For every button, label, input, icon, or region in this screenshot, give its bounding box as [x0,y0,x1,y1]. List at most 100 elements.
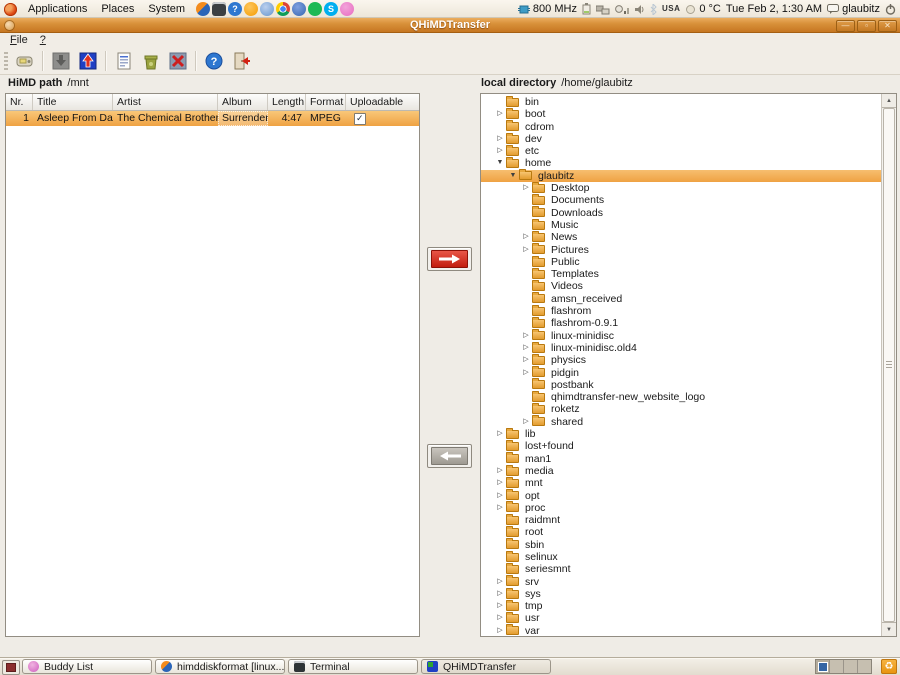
epiphany-icon[interactable] [260,2,274,16]
expander-icon[interactable]: ▷ [520,416,532,428]
column-header-length[interactable]: Length [268,94,306,110]
tree-item-proc[interactable]: ▷proc [481,502,881,514]
expander-icon[interactable]: ▷ [494,612,506,624]
tree-item-Templates[interactable]: Templates [481,268,881,280]
expander-icon[interactable]: ▷ [520,231,532,243]
cpu-frequency-applet[interactable]: 800 MHz [518,0,577,18]
tree-item-Pictures[interactable]: ▷Pictures [481,244,881,256]
power-applet[interactable] [885,4,896,15]
column-header-album[interactable]: Album [218,94,268,110]
trash-applet[interactable]: ♻ [881,659,897,674]
battery-applet[interactable] [582,3,591,15]
minimize-button[interactable]: — [836,20,855,32]
expander-icon[interactable]: ▷ [520,367,532,379]
tree-item-etc[interactable]: ▷etc [481,145,881,157]
expander-icon[interactable]: ▷ [520,342,532,354]
expander-icon[interactable]: ▷ [494,490,506,502]
expander-icon[interactable]: ▷ [520,182,532,194]
expander-icon[interactable]: ▷ [520,354,532,366]
tree-item-flashrom[interactable]: flashrom [481,305,881,317]
expander-icon[interactable]: ▷ [520,330,532,342]
expander-icon[interactable]: ▷ [494,600,506,612]
tree-item-qhimdtransfer-new_website_logo[interactable]: qhimdtransfer-new_website_logo [481,391,881,403]
task-button-buddy-list[interactable]: Buddy List [22,659,152,674]
evolution-icon[interactable] [292,2,306,16]
expander-icon[interactable]: ▷ [494,465,506,477]
tree-item-mnt[interactable]: ▷mnt [481,477,881,489]
tree-item-usr[interactable]: ▷usr [481,612,881,624]
vertical-scrollbar[interactable]: ▲ ▼ [881,94,896,636]
tree-item-Desktop[interactable]: ▷Desktop [481,182,881,194]
tree-item-var[interactable]: ▷var [481,625,881,636]
tree-item-sbin[interactable]: sbin [481,539,881,551]
amsn-icon[interactable] [340,2,354,16]
chrome-icon[interactable] [276,2,290,16]
expander-icon[interactable]: ▷ [494,502,506,514]
workspace-4[interactable] [858,660,871,673]
column-header-nr[interactable]: Nr. [6,94,33,110]
task-button-terminal[interactable]: Terminal [288,659,418,674]
workspace-3[interactable] [844,660,858,673]
tree-item-postbank[interactable]: postbank [481,379,881,391]
format-button[interactable] [137,49,164,73]
ubuntu-logo-icon[interactable] [4,3,17,16]
expander-icon[interactable]: ▷ [520,244,532,256]
tree-item-bin[interactable]: bin [481,96,881,108]
tree-item-seriesmnt[interactable]: seriesmnt [481,563,881,575]
connect-button[interactable] [11,49,38,73]
expander-icon[interactable]: ▷ [494,145,506,157]
expander-icon[interactable]: ▷ [494,588,506,600]
tree-item-cdrom[interactable]: cdrom [481,121,881,133]
tree-item-Music[interactable]: Music [481,219,881,231]
toolbar-handle[interactable] [4,52,8,70]
tree-item-raidmnt[interactable]: raidmnt [481,514,881,526]
workspace-2[interactable] [830,660,844,673]
tree-item-root[interactable]: root [481,526,881,538]
keyboard-layout-applet[interactable]: USA [662,0,680,18]
tree-item-tmp[interactable]: ▷tmp [481,600,881,612]
scrollbar-thumb[interactable] [883,108,895,622]
uploadable-checkbox[interactable] [354,113,366,125]
help-icon[interactable] [228,2,242,16]
delete-button[interactable] [164,49,191,73]
tree-item-lib[interactable]: ▷lib [481,428,881,440]
workspace-1[interactable] [816,660,830,673]
firefox-icon[interactable] [196,2,210,16]
tree-item-flashrom-0.9.1[interactable]: flashrom-0.9.1 [481,317,881,329]
tree-item-glaubitz[interactable]: ▼glaubitz [481,170,881,182]
tree-item-Documents[interactable]: Documents [481,194,881,206]
terminal-icon[interactable] [212,2,226,16]
tree-item-shared[interactable]: ▷shared [481,416,881,428]
column-header-uploadable[interactable]: Uploadable [346,94,419,110]
tree-item-News[interactable]: ▷News [481,231,881,243]
network-applet[interactable] [596,4,610,15]
expander-icon[interactable]: ▷ [494,428,506,440]
upload-tracks-button[interactable] [74,49,101,73]
tree-item-physics[interactable]: ▷physics [481,354,881,366]
maximize-button[interactable]: ▫ [857,20,876,32]
tree-item-media[interactable]: ▷media [481,465,881,477]
tree-item-roketz[interactable]: roketz [481,403,881,415]
quit-button[interactable] [227,49,254,73]
tree-item-selinux[interactable]: selinux [481,551,881,563]
expander-icon[interactable]: ▼ [507,170,519,182]
tree-item-linux-minidisc[interactable]: ▷linux-minidisc [481,330,881,342]
task-button-qhimdtransfer[interactable]: QHiMDTransfer [421,659,551,674]
expander-icon[interactable]: ▷ [494,576,506,588]
tree-item-Downloads[interactable]: Downloads [481,207,881,219]
rename-button[interactable] [110,49,137,73]
window-titlebar[interactable]: QHiMDTransfer — ▫ ✕ [0,18,900,33]
download-tracks-button[interactable] [47,49,74,73]
nm-signal-applet[interactable] [615,4,630,15]
transfer-to-himd-button[interactable] [427,444,472,468]
show-desktop-button[interactable] [2,660,20,675]
tree-item-Videos[interactable]: Videos [481,280,881,292]
task-button-firefox[interactable]: himddiskformat [linux... [155,659,285,674]
tree-item-Public[interactable]: Public [481,256,881,268]
weather-applet[interactable]: 0 °C [685,0,721,18]
transfer-to-pc-button[interactable] [427,247,472,271]
scroll-down-button[interactable]: ▼ [882,622,896,636]
expander-icon[interactable]: ▷ [494,477,506,489]
expander-icon[interactable]: ▼ [494,157,506,169]
me-menu-applet[interactable]: glaubitz [827,0,880,18]
